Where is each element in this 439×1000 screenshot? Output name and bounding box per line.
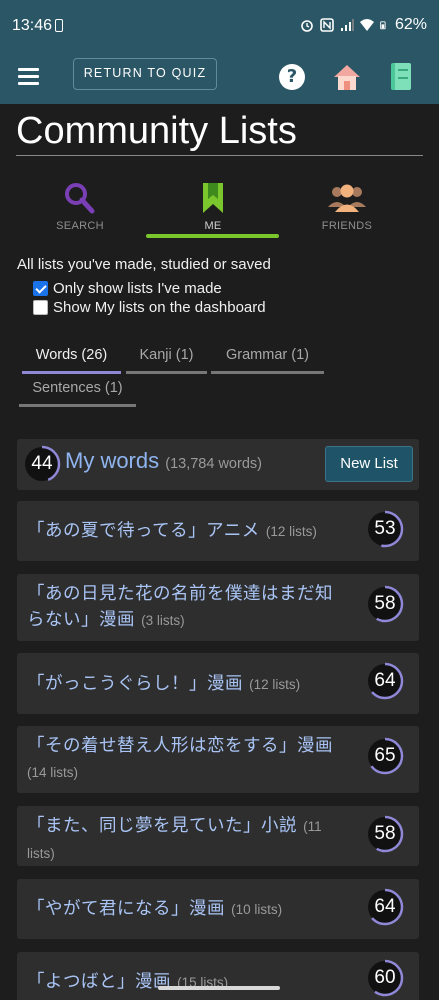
device-icon	[55, 19, 63, 32]
tab-me[interactable]: ME	[153, 180, 273, 232]
alarm-icon	[301, 20, 313, 32]
subtab-grammar[interactable]: Grammar (1)	[211, 347, 324, 374]
subtab-sentences[interactable]: Sentences (1)	[19, 380, 136, 407]
list-item-score: 53	[365, 509, 405, 549]
list-item[interactable]: 「また、同じ夢を見ていた」小説 (11 lists) 58	[17, 806, 419, 866]
home-icon[interactable]	[331, 62, 363, 92]
lists-description: All lists you've made, studied or saved	[17, 256, 271, 273]
list-item-score: 64	[365, 887, 405, 927]
list-item[interactable]: 「がっこうぐらし！」漫画 (12 lists) 64	[17, 653, 419, 714]
study-book-icon[interactable]	[391, 63, 411, 90]
list-item-count: (12 lists)	[249, 677, 301, 692]
top-nav: RETURN TO QUIZ ?	[0, 52, 439, 104]
friends-icon	[328, 184, 366, 212]
wifi-icon	[359, 19, 374, 31]
list-item-score: 64	[365, 661, 405, 701]
menu-icon[interactable]	[18, 68, 39, 85]
list-item-count: (10 lists)	[231, 902, 283, 917]
list-item-score-value: 58	[374, 823, 396, 844]
status-time: 13:46	[12, 17, 53, 34]
list-item-score: 60	[365, 958, 405, 998]
battery-percent: 62%	[394, 16, 427, 33]
my-words-label[interactable]: My words	[65, 448, 159, 473]
subtab-kanji[interactable]: Kanji (1)	[126, 347, 207, 374]
status-icons: 62%	[300, 16, 427, 34]
list-item[interactable]: 「よつばと」漫画 (15 lists) 60	[17, 952, 419, 1000]
my-words-card[interactable]: 44 My words (13,784 words) New List	[17, 439, 419, 490]
tab-me-label: ME	[204, 220, 222, 232]
title-divider	[16, 155, 423, 156]
only-mine-option[interactable]: Only show lists I've made	[33, 280, 222, 297]
subtab-words[interactable]: Words (26)	[22, 347, 121, 374]
list-item-title: 「よつばと」漫画 (15 lists)	[27, 969, 349, 996]
my-words-score: 44	[22, 444, 62, 484]
only-mine-label: Only show lists I've made	[53, 280, 222, 297]
list-item-title: 「やがて君になる」漫画 (10 lists)	[27, 896, 349, 923]
list-item[interactable]: 「その着せ替え人形は恋をする」漫画 (14 lists) 65	[17, 726, 419, 793]
list-item-score: 58	[365, 814, 405, 854]
list-item-name[interactable]: 「その着せ替え人形は恋をする」漫画	[27, 736, 333, 756]
show-dashboard-checkbox[interactable]	[33, 300, 48, 315]
page-title: Community Lists	[16, 110, 297, 152]
my-words-count: (13,784 words)	[165, 456, 262, 472]
list-item-title: 「あの日見た花の名前を僕達はまだ知らない」漫画 (3 lists)	[27, 581, 349, 634]
nfc-icon	[320, 18, 334, 32]
return-to-quiz-button[interactable]: RETURN TO QUIZ	[73, 58, 217, 90]
list-item-title: 「また、同じ夢を見ていた」小説 (11 lists)	[27, 813, 349, 867]
list-item-name[interactable]: 「がっこうぐらし！」漫画	[27, 674, 243, 694]
list-item-name[interactable]: 「よつばと」漫画	[27, 972, 171, 992]
my-words-title: My words (13,784 words)	[65, 448, 262, 474]
signal-icon	[340, 19, 354, 31]
tab-search[interactable]: SEARCH	[20, 180, 140, 232]
tab-search-label: SEARCH	[56, 220, 104, 232]
only-mine-checkbox[interactable]	[33, 281, 48, 296]
status-bar: 13:46 62%	[0, 0, 439, 52]
list-item[interactable]: 「やがて君になる」漫画 (10 lists) 64	[17, 879, 419, 939]
list-item-count: (3 lists)	[141, 613, 185, 628]
help-icon[interactable]: ?	[279, 64, 305, 90]
list-item[interactable]: 「あの日見た花の名前を僕達はまだ知らない」漫画 (3 lists) 58	[17, 574, 419, 641]
list-item-title: 「その着せ替え人形は恋をする」漫画 (14 lists)	[27, 733, 349, 786]
my-words-score-value: 44	[31, 453, 53, 474]
tab-friends-label: FRIENDS	[321, 220, 373, 232]
list-item-score-value: 53	[374, 518, 396, 539]
list-item[interactable]: 「あの夏で待ってる」アニメ (12 lists) 53	[17, 501, 419, 561]
list-item-score-value: 60	[374, 967, 396, 988]
list-item-score-value: 58	[374, 593, 396, 614]
list-item-count: (14 lists)	[27, 765, 79, 780]
battery-icon	[380, 21, 386, 30]
tab-friends[interactable]: FRIENDS	[287, 180, 407, 232]
search-icon	[65, 183, 95, 214]
show-dashboard-option[interactable]: Show My lists on the dashboard	[33, 299, 266, 316]
list-item-score: 58	[365, 584, 405, 624]
gesture-bar[interactable]	[158, 986, 280, 990]
bookmark-icon	[203, 183, 223, 213]
list-item-count: (12 lists)	[265, 524, 317, 539]
list-item-title: 「あの夏で待ってる」アニメ (12 lists)	[27, 518, 349, 545]
new-list-button[interactable]: New List	[325, 446, 413, 482]
list-item-score-value: 64	[374, 896, 396, 917]
list-item-score: 65	[365, 736, 405, 776]
list-item-title: 「がっこうぐらし！」漫画 (12 lists)	[27, 671, 349, 698]
list-item-name[interactable]: 「やがて君になる」漫画	[27, 899, 225, 919]
list-item-name[interactable]: 「あの夏で待ってる」アニメ	[27, 521, 260, 541]
list-item-score-value: 64	[374, 670, 396, 691]
list-item-name[interactable]: 「また、同じ夢を見ていた」小説	[27, 816, 297, 836]
show-dashboard-label: Show My lists on the dashboard	[53, 299, 266, 316]
list-item-score-value: 65	[374, 745, 396, 766]
active-tab-indicator	[146, 234, 279, 238]
